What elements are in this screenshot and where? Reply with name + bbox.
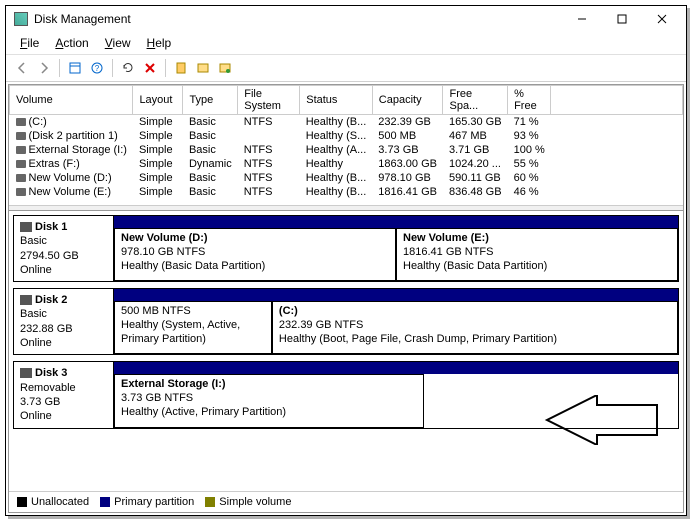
show-hide-button[interactable] xyxy=(65,58,85,78)
disk-row[interactable]: Disk 2Basic232.88 GBOnline500 MB NTFSHea… xyxy=(13,288,679,355)
legend-primary-label: Primary partition xyxy=(114,496,194,508)
volume-row[interactable]: (C:)SimpleBasicNTFSHealthy (B...232.39 G… xyxy=(10,115,683,130)
col-fs[interactable]: File System xyxy=(238,86,300,115)
disk-graphic-pane[interactable]: Disk 1Basic2794.50 GBOnlineNew Volume (D… xyxy=(9,211,683,491)
help-button[interactable]: ? xyxy=(87,58,107,78)
action-button-1[interactable] xyxy=(193,58,213,78)
disk-info: Disk 2Basic232.88 GBOnline xyxy=(14,289,114,354)
annotation-arrow-icon xyxy=(542,395,662,445)
legend-unallocated-label: Unallocated xyxy=(31,496,89,508)
toolbar: ? xyxy=(6,55,686,82)
volume-row[interactable]: Extras (F:)SimpleDynamicNTFSHealthy1863.… xyxy=(10,157,683,171)
menu-file[interactable]: File xyxy=(12,34,47,52)
legend: Unallocated Primary partition Simple vol… xyxy=(9,491,683,512)
app-icon xyxy=(14,12,28,26)
content-area: Volume Layout Type File System Status Ca… xyxy=(8,84,684,513)
menu-help[interactable]: Help xyxy=(139,34,180,52)
col-volume[interactable]: Volume xyxy=(10,86,133,115)
col-pct[interactable]: % Free xyxy=(508,86,551,115)
partition[interactable]: External Storage (I:)3.73 GB NTFSHealthy… xyxy=(114,374,424,427)
menubar: File Action View Help xyxy=(6,32,686,55)
delete-button[interactable] xyxy=(140,58,160,78)
legend-primary-swatch xyxy=(100,497,110,507)
col-free[interactable]: Free Spa... xyxy=(443,86,508,115)
refresh-button[interactable] xyxy=(118,58,138,78)
col-type[interactable]: Type xyxy=(183,86,238,115)
legend-simple-label: Simple volume xyxy=(219,496,291,508)
menu-action[interactable]: Action xyxy=(47,34,96,52)
volume-row[interactable]: New Volume (D:)SimpleBasicNTFSHealthy (B… xyxy=(10,171,683,185)
disk-header-bar xyxy=(114,362,678,374)
legend-unallocated-swatch xyxy=(17,497,27,507)
disk-row[interactable]: Disk 1Basic2794.50 GBOnlineNew Volume (D… xyxy=(13,215,679,282)
disk-info: Disk 1Basic2794.50 GBOnline xyxy=(14,216,114,281)
col-spacer xyxy=(551,86,683,115)
menu-view[interactable]: View xyxy=(97,34,139,52)
volume-row[interactable]: New Volume (E:)SimpleBasicNTFSHealthy (B… xyxy=(10,185,683,199)
disk-header-bar xyxy=(114,289,678,301)
col-layout[interactable]: Layout xyxy=(133,86,183,115)
action-button-2[interactable] xyxy=(215,58,235,78)
volume-row[interactable]: (Disk 2 partition 1)SimpleBasicHealthy (… xyxy=(10,129,683,143)
close-button[interactable] xyxy=(642,7,682,31)
col-status[interactable]: Status xyxy=(300,86,373,115)
back-button[interactable] xyxy=(12,58,32,78)
partition[interactable]: New Volume (D:)978.10 GB NTFSHealthy (Ba… xyxy=(114,228,396,281)
forward-button[interactable] xyxy=(34,58,54,78)
maximize-button[interactable] xyxy=(602,7,642,31)
properties-button[interactable] xyxy=(171,58,191,78)
legend-simple-swatch xyxy=(205,497,215,507)
minimize-button[interactable] xyxy=(562,7,602,31)
partition[interactable]: New Volume (E:)1816.41 GB NTFSHealthy (B… xyxy=(396,228,678,281)
partition[interactable]: (C:)232.39 GB NTFSHealthy (Boot, Page Fi… xyxy=(272,301,678,354)
volume-list[interactable]: Volume Layout Type File System Status Ca… xyxy=(9,85,683,205)
titlebar[interactable]: Disk Management xyxy=(6,6,686,32)
disk-info: Disk 3Removable3.73 GBOnline xyxy=(14,362,114,427)
disk-header-bar xyxy=(114,216,678,228)
col-capacity[interactable]: Capacity xyxy=(372,86,443,115)
partition[interactable]: 500 MB NTFSHealthy (System, Active, Prim… xyxy=(114,301,272,354)
svg-text:?: ? xyxy=(95,64,100,73)
window-title: Disk Management xyxy=(34,12,562,26)
volume-row[interactable]: External Storage (I:)SimpleBasicNTFSHeal… xyxy=(10,143,683,157)
